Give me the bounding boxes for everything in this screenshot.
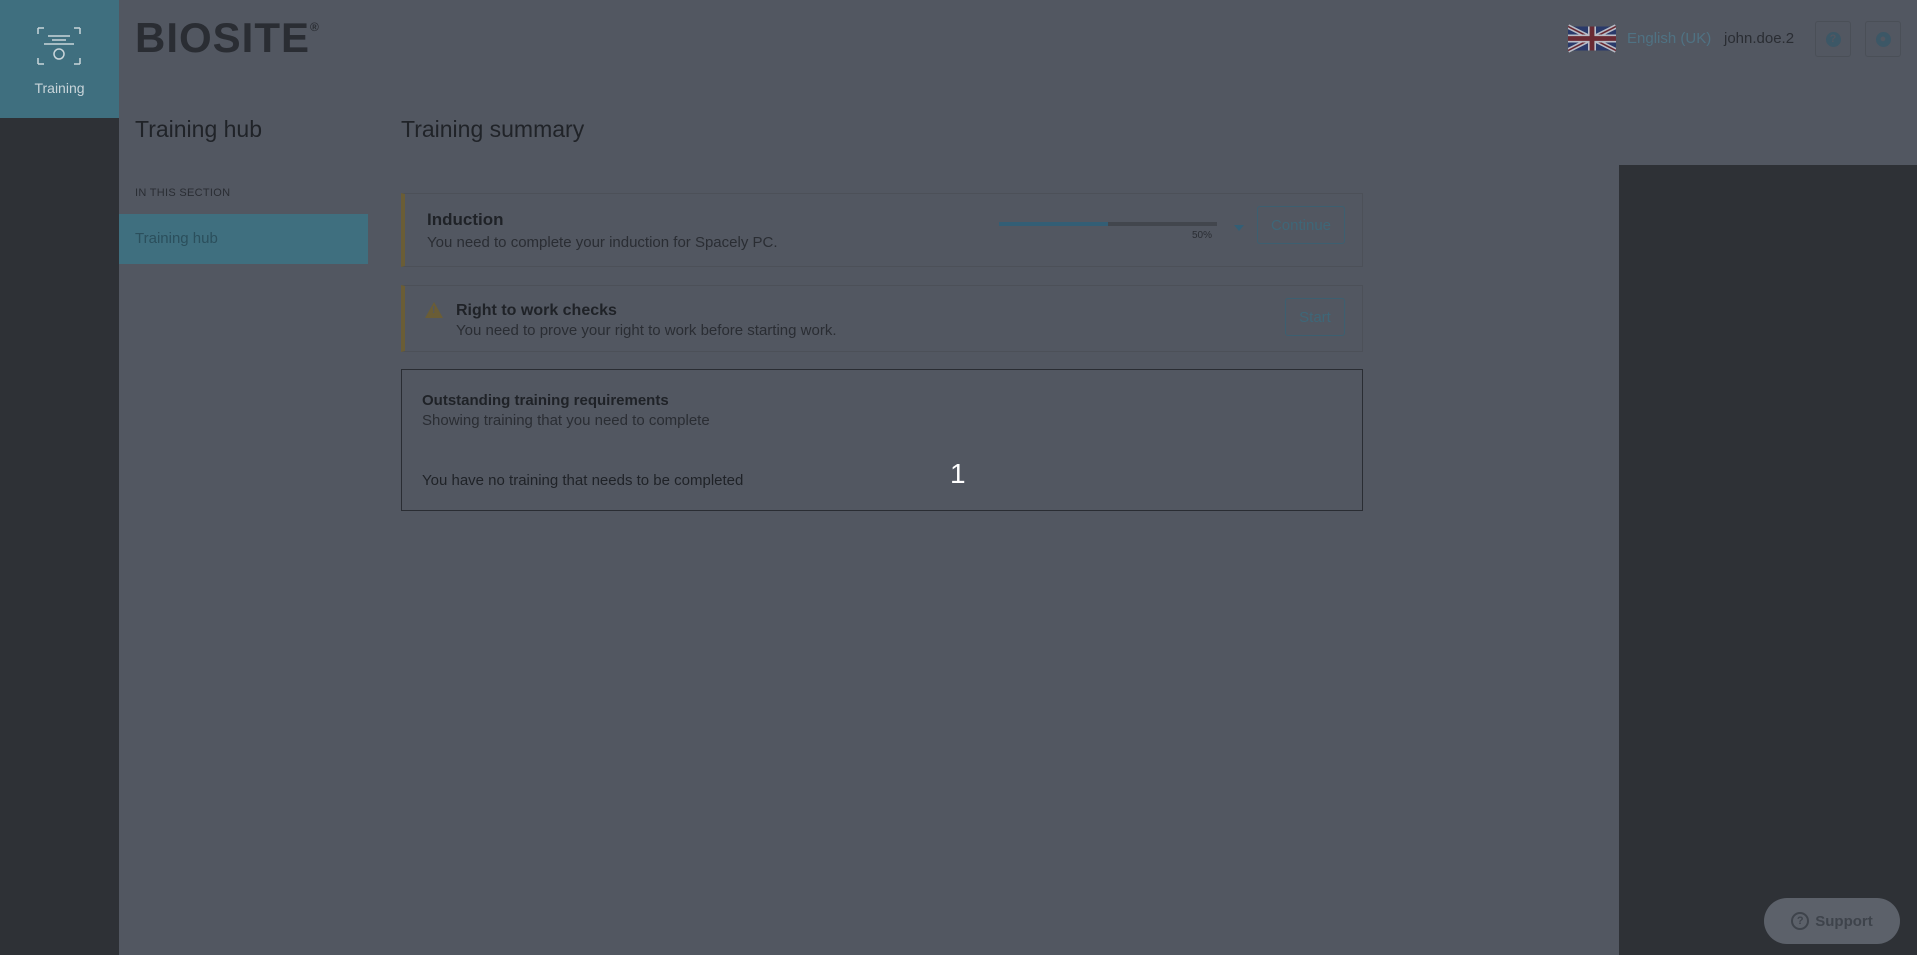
question-circle-icon: ? <box>1825 31 1841 47</box>
right-panel <box>1619 165 1917 955</box>
question-circle-icon: ? <box>1791 912 1810 930</box>
sidebar-item-training-hub[interactable]: Training hub <box>119 214 368 264</box>
app-module-training[interactable]: Training <box>0 0 119 118</box>
step-marker: 1 <box>950 458 966 489</box>
language-selector[interactable]: English (UK) <box>1627 30 1711 47</box>
outstanding-title: Outstanding training requirements <box>422 392 669 409</box>
username-label[interactable]: john.doe.2 <box>1724 30 1794 47</box>
outstanding-subtitle: Showing training that you need to comple… <box>422 412 710 429</box>
induction-title: Induction <box>427 210 504 229</box>
start-button[interactable]: Start <box>1285 298 1345 336</box>
uk-flag-icon[interactable] <box>1568 22 1616 55</box>
training-icon <box>37 27 81 65</box>
support-button[interactable]: ? Support <box>1764 898 1900 944</box>
continue-button[interactable]: Continue <box>1257 206 1345 244</box>
section-label: IN THIS SECTION <box>135 187 231 199</box>
sidebar-title: Training hub <box>135 116 263 142</box>
induction-progress-fill <box>999 222 1108 226</box>
help-button[interactable]: ? <box>1815 21 1851 57</box>
biosite-logo[interactable]: BIOSITE® <box>135 14 320 62</box>
outstanding-empty-message: You have no training that needs to be co… <box>422 472 744 489</box>
left-rail <box>0 118 119 955</box>
warning-icon: ! <box>425 302 443 318</box>
support-label: Support <box>1815 912 1873 930</box>
right-to-work-title: Right to work checks <box>456 302 617 319</box>
app-module-label: Training <box>34 80 85 96</box>
induction-progress-bar <box>999 222 1217 226</box>
induction-progress-label: 50% <box>1192 230 1213 241</box>
outstanding-training-panel: Outstanding training requirements Showin… <box>401 369 1363 511</box>
page-title: Training summary <box>401 116 585 142</box>
user-circle-icon: ● <box>1875 31 1891 47</box>
induction-card: Induction You need to complete your indu… <box>401 193 1363 267</box>
right-to-work-card: ! Right to work checks You need to prove… <box>401 285 1363 352</box>
right-to-work-description: You need to prove your right to work bef… <box>456 322 837 339</box>
induction-description: You need to complete your induction for … <box>427 234 778 251</box>
chevron-down-icon[interactable] <box>1234 225 1244 231</box>
profile-button[interactable]: ● <box>1865 21 1901 57</box>
